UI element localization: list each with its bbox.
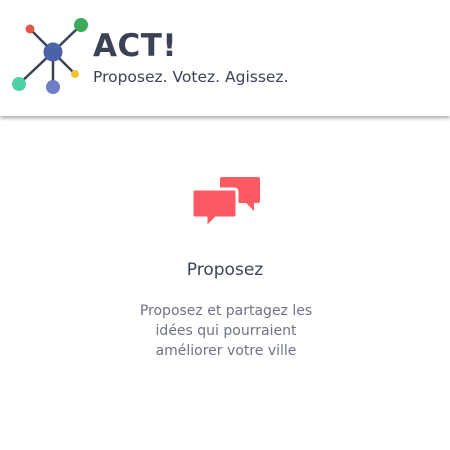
feature-title: Proposez [186, 260, 264, 280]
brand-tagline: Proposez. Votez. Agissez. [93, 68, 289, 86]
network-nodes-logo-icon[interactable] [10, 16, 90, 96]
feature-card-proposez: Proposez Proposez et partagez les idées … [0, 116, 450, 450]
chat-bubbles-icon [192, 177, 260, 231]
feature-description: Proposez et partagez les idées qui pourr… [139, 303, 313, 359]
app-header: ACT! Proposez. Votez. Agissez. [0, 0, 450, 116]
brand-title: ACT! [93, 28, 178, 64]
